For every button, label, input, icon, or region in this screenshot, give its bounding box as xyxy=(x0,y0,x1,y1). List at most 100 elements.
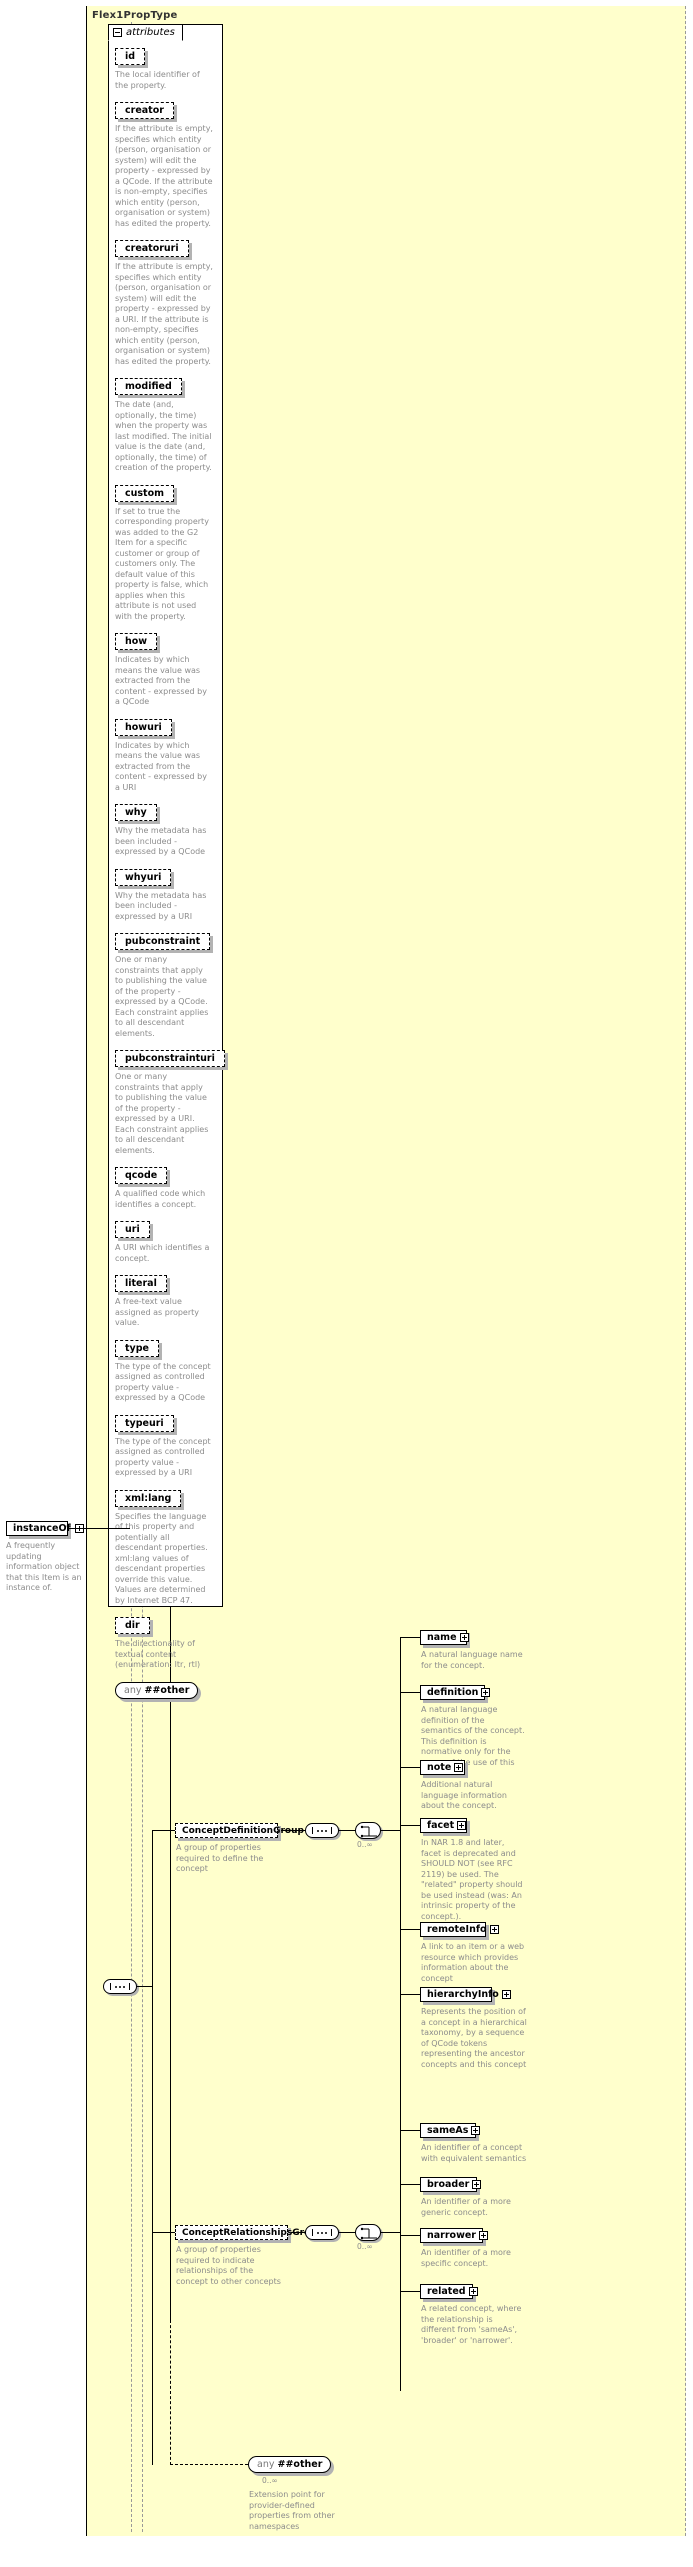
attribute-name[interactable]: typeuri xyxy=(115,1414,174,1432)
cdg-branch-remoteinfo xyxy=(400,1929,420,1930)
element-instanceof[interactable]: instanceOf xyxy=(6,1521,84,1536)
attribute-any-other[interactable]: any ##other xyxy=(115,1678,219,1699)
attribute-name[interactable]: whyuri xyxy=(115,868,172,886)
crg-sequence-node[interactable] xyxy=(305,2225,339,2240)
expand-icon[interactable] xyxy=(454,1763,464,1772)
attributes-tab[interactable]: attributes xyxy=(108,24,183,41)
element-hierarchyinfo-doc: Represents the position of a concept in … xyxy=(421,2007,527,2069)
group-conceptdefinitiongroup[interactable]: ConceptDefinitionGroup xyxy=(175,1823,304,1838)
element-instanceof-doc: A frequently updating information object… xyxy=(6,1541,82,1592)
expand-icon[interactable] xyxy=(501,1990,511,1999)
attribute-name[interactable]: xml:lang xyxy=(115,1489,182,1507)
group-conceptrelationshipsgroup[interactable]: ConceptRelationshipsGroup xyxy=(175,2225,323,2240)
any-prefix: any xyxy=(124,1684,142,1696)
attribute-id[interactable]: id The local identifier of the property. xyxy=(115,44,219,91)
attribute-how[interactable]: how Indicates by which means the value w… xyxy=(115,629,219,708)
crg-branch-related xyxy=(400,2291,420,2292)
crg-branch-sameas xyxy=(400,2130,420,2131)
content-any-occurs: 0..∞ xyxy=(262,2476,278,2485)
cdg-choice-node[interactable] xyxy=(355,1822,381,1839)
attribute-name[interactable]: why xyxy=(115,804,157,821)
expand-icon[interactable] xyxy=(459,1633,469,1642)
element-label: hierarchyInfo xyxy=(427,1989,499,2000)
crg-choice-out xyxy=(381,2232,401,2233)
attribute-literal[interactable]: literal A free-text value assigned as pr… xyxy=(115,1271,219,1329)
sequence-bar-right xyxy=(129,1983,130,1990)
attribute-creatoruri[interactable]: creatoruri If the attribute is empty, sp… xyxy=(115,236,219,367)
expand-icon[interactable] xyxy=(468,2287,478,2296)
crg-children-spine xyxy=(400,2130,401,2391)
attribute-whyuri[interactable]: whyuri Why the metadata has been include… xyxy=(115,865,219,923)
element-broader-doc: An identifier of a more generic concept. xyxy=(421,2197,511,2217)
attribute-typeuri[interactable]: typeuri The type of the concept assigned… xyxy=(115,1411,219,1479)
expand-icon[interactable] xyxy=(481,1688,491,1697)
attribute-xml-lang[interactable]: xml:lang Specifies the language of this … xyxy=(115,1486,219,1607)
attribute-name[interactable]: literal xyxy=(115,1275,167,1292)
attribute-doc: One or many constraints that apply to pu… xyxy=(115,955,209,1038)
expand-icon[interactable] xyxy=(471,2126,481,2135)
crg-choice-node[interactable] xyxy=(355,2224,381,2241)
attribute-doc: The directionality of textual content (e… xyxy=(115,1639,201,1669)
attribute-name[interactable]: modified xyxy=(115,378,182,395)
attribute-dir[interactable]: dir The directionality of textual conten… xyxy=(115,1613,219,1671)
expand-icon[interactable] xyxy=(472,2180,482,2189)
cdg-occurs-label: 0..∞ xyxy=(357,1840,373,1849)
attribute-howuri[interactable]: howuri Indicates by which means the valu… xyxy=(115,715,219,794)
cdg-choice-out xyxy=(381,1830,401,1831)
attribute-doc: The type of the concept assigned as cont… xyxy=(115,1436,211,1478)
element-label: narrower xyxy=(427,2230,476,2241)
attribute-doc: The local identifier of the property. xyxy=(115,70,200,90)
element-facet[interactable]: facet xyxy=(420,1818,467,1833)
any-namespace: ##other xyxy=(277,2459,323,2470)
attribute-doc: Why the metadata has been included - exp… xyxy=(115,826,207,856)
element-sameas[interactable]: sameAs xyxy=(420,2123,481,2138)
element-instanceof-label: instanceOf xyxy=(13,1523,71,1534)
attribute-qcode[interactable]: qcode A qualified code which identifies … xyxy=(115,1163,219,1210)
attribute-name[interactable]: dir xyxy=(115,1617,150,1634)
attribute-name[interactable]: howuri xyxy=(115,718,172,736)
any-attribute-node[interactable]: any ##other xyxy=(115,1681,199,1699)
attribute-name[interactable]: creator xyxy=(115,102,174,119)
attribute-creator[interactable]: creator If the attribute is empty, speci… xyxy=(115,98,219,229)
attribute-name[interactable]: uri xyxy=(115,1221,150,1238)
choice-icon xyxy=(360,2227,377,2240)
any-namespace: ##other xyxy=(144,1684,190,1696)
attribute-name[interactable]: pubconstraint xyxy=(115,933,211,950)
element-remoteinfo[interactable]: remoteInfo xyxy=(420,1922,499,1937)
element-name[interactable]: name xyxy=(420,1630,469,1645)
attribute-name[interactable]: id xyxy=(115,48,146,65)
attribute-modified[interactable]: modified The date (and, optionally, the … xyxy=(115,374,219,474)
attribute-name[interactable]: creatoruri xyxy=(115,240,189,257)
element-broader[interactable]: broader xyxy=(420,2177,482,2192)
root-sequence-node[interactable] xyxy=(103,1979,137,1994)
attribute-uri[interactable]: uri A URI which identifies a concept. xyxy=(115,1217,219,1264)
element-hierarchyinfo[interactable]: hierarchyInfo xyxy=(420,1987,511,2002)
element-definition[interactable]: definition xyxy=(420,1685,491,1700)
attribute-why[interactable]: why Why the metadata has been included -… xyxy=(115,800,219,858)
element-note[interactable]: note xyxy=(420,1760,465,1775)
attribute-name[interactable]: how xyxy=(115,633,158,650)
attribute-name[interactable]: custom xyxy=(115,484,175,502)
element-related[interactable]: related xyxy=(420,2284,478,2299)
expand-icon[interactable] xyxy=(478,2231,488,2240)
attribute-pubconstraint[interactable]: pubconstraint One or many constraints th… xyxy=(115,929,219,1039)
collapse-icon[interactable] xyxy=(113,28,122,37)
expand-icon[interactable] xyxy=(457,1821,467,1830)
attribute-pubconstrainturi[interactable]: pubconstrainturi One or many constraints… xyxy=(115,1046,225,1156)
element-sameas-doc: An identifier of a concept with equivale… xyxy=(421,2143,527,2163)
cdg-sequence-node[interactable] xyxy=(305,1823,339,1838)
root-sequence-out xyxy=(137,1986,153,1987)
attribute-custom[interactable]: custom If set to true the corresponding … xyxy=(115,481,219,623)
attribute-doc: The date (and, optionally, the time) whe… xyxy=(115,400,212,472)
cdg-children-spine xyxy=(400,1637,401,2194)
attribute-name[interactable]: qcode xyxy=(115,1167,168,1184)
attribute-name[interactable]: pubconstrainturi xyxy=(115,1050,225,1067)
element-narrower[interactable]: narrower xyxy=(420,2228,488,2243)
attribute-doc: A URI which identifies a concept. xyxy=(115,1243,210,1263)
attribute-type[interactable]: type The type of the concept assigned as… xyxy=(115,1336,219,1404)
content-any-node[interactable]: any ##other xyxy=(248,2456,332,2473)
attribute-name[interactable]: type xyxy=(115,1339,159,1357)
expand-icon[interactable] xyxy=(489,1925,499,1934)
cdg-branch-definition xyxy=(400,1692,420,1693)
element-label: facet xyxy=(427,1820,455,1831)
